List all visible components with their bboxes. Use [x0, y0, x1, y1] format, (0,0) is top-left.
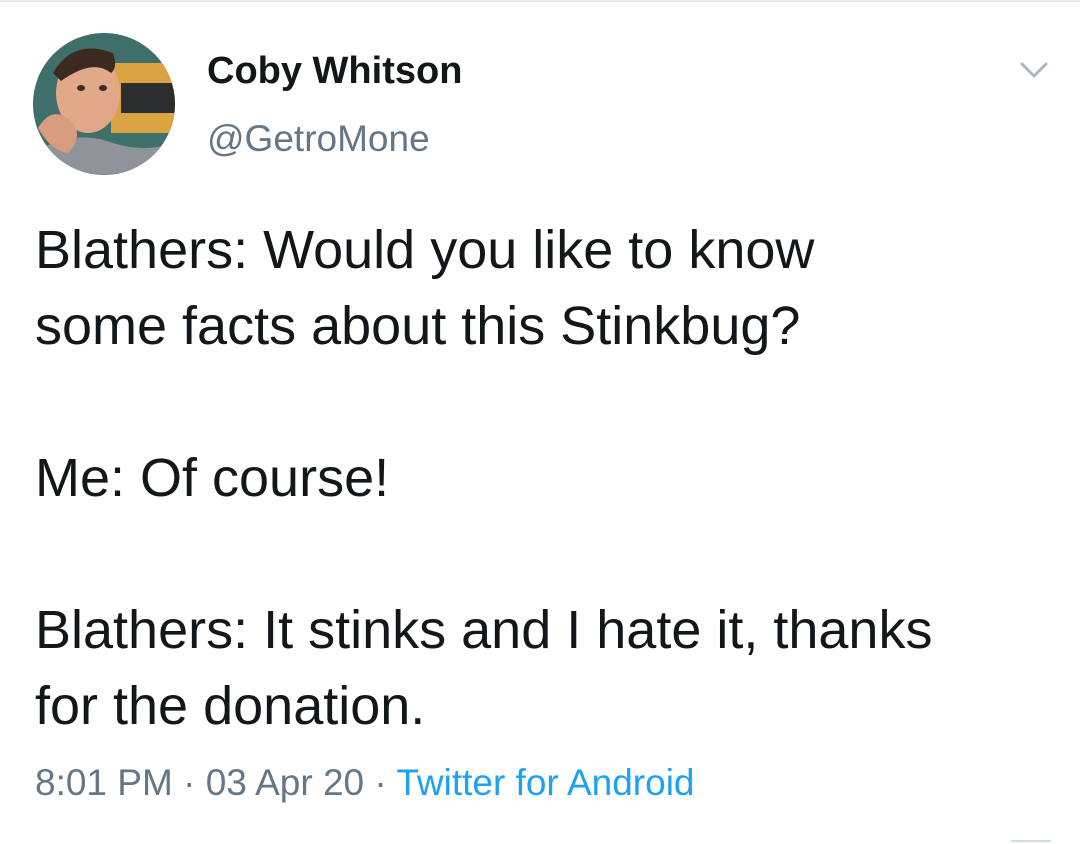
tweet-source-link[interactable]: Twitter for Android [396, 762, 694, 803]
tweet-date: 03 Apr 20 [205, 762, 365, 803]
author-avatar[interactable] [33, 33, 175, 175]
avatar-photo [33, 33, 175, 175]
author-handle[interactable]: @GetroMone [207, 118, 430, 160]
tweet-text-line: Blathers: Would you like to know [35, 220, 815, 280]
tweet-text-line: for the donation. [35, 676, 426, 736]
tweet-card: Coby Whitson @GetroMone Blathers: Would … [0, 0, 1080, 844]
author-name[interactable]: Coby Whitson [207, 50, 462, 93]
meta-separator: · [172, 762, 206, 803]
meta-separator: · [364, 762, 397, 803]
chevron-down-icon[interactable] [1014, 56, 1054, 86]
tweet-text-line: Blathers: It stinks and I hate it, thank… [35, 600, 933, 660]
tweet-time: 8:01 PM [35, 762, 173, 803]
bottom-divider [1011, 840, 1051, 842]
tweet-text-line: Me: Of course! [35, 448, 390, 508]
tweet-meta: 8:01 PM · 03 Apr 20 · Twitter for Androi… [35, 762, 695, 804]
tweet-text-line: some facts about this Stinkbug? [35, 296, 801, 356]
